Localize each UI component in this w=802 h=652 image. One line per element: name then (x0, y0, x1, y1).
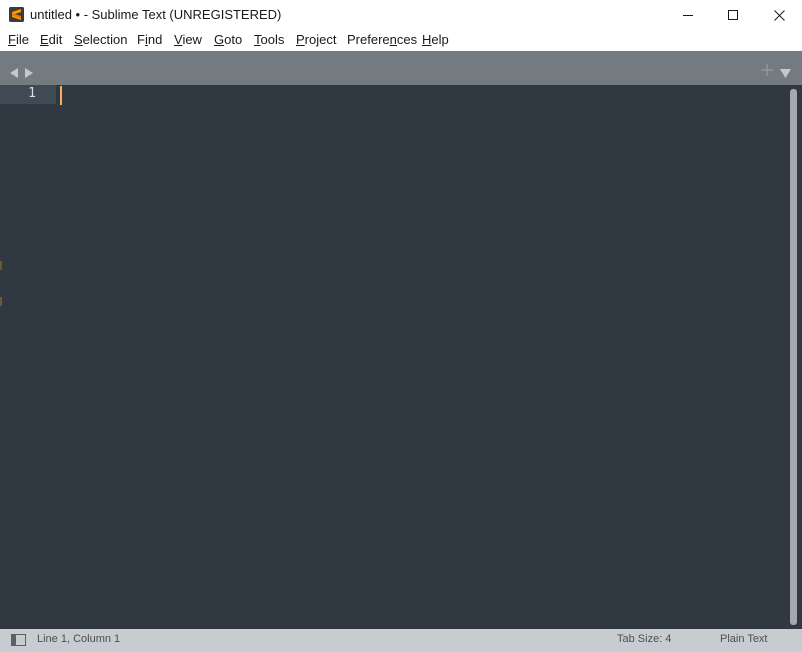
status-bar: Line 1, Column 1 Tab Size: 4 Plain Text (0, 629, 802, 652)
menu-bar: File Edit Selection Find View Goto Tools… (0, 30, 802, 50)
menu-tools[interactable]: Tools (254, 32, 284, 47)
sidebar-toggle-icon (11, 634, 26, 646)
vertical-scrollbar[interactable] (790, 89, 797, 625)
close-icon (773, 9, 785, 21)
tab-strip (0, 51, 802, 85)
menu-project[interactable]: Project (296, 32, 336, 47)
line-number: 1 (28, 86, 36, 101)
menu-goto[interactable]: Goto (214, 32, 242, 47)
maximize-button[interactable] (710, 0, 756, 30)
tab-nav-back-button[interactable] (10, 63, 19, 82)
gutter-active-line: 1 (0, 85, 56, 104)
window-title: untitled • - Sublime Text (UNREGISTERED) (30, 7, 282, 22)
close-button[interactable] (756, 0, 802, 30)
syntax-selector[interactable]: Plain Text (720, 633, 768, 645)
fold-marker (0, 297, 2, 306)
menu-help[interactable]: Help (422, 32, 449, 47)
tab-list-button[interactable] (780, 63, 791, 82)
chevron-right-icon (25, 68, 33, 78)
menu-edit[interactable]: Edit (40, 32, 62, 47)
chevron-left-icon (10, 68, 18, 78)
cursor-position: Line 1, Column 1 (37, 633, 121, 645)
menu-view[interactable]: View (174, 32, 202, 47)
menu-preferences[interactable]: Preferences (347, 32, 417, 47)
plus-icon (761, 64, 773, 76)
text-caret (60, 86, 62, 105)
fold-marker (0, 261, 2, 270)
menu-file[interactable]: File (8, 32, 29, 47)
maximize-icon (728, 10, 738, 20)
sublime-text-logo-icon (9, 7, 24, 22)
tab-size-selector[interactable]: Tab Size: 4 (617, 633, 671, 645)
title-bar: untitled • - Sublime Text (UNREGISTERED) (0, 0, 802, 30)
tab-nav-forward-button[interactable] (24, 63, 33, 82)
menu-find[interactable]: Find (137, 32, 162, 47)
panel-toggle-button[interactable] (11, 634, 26, 649)
minimize-button[interactable] (665, 0, 711, 30)
menu-selection[interactable]: Selection (74, 32, 127, 47)
triangle-down-icon (780, 69, 791, 78)
new-tab-button[interactable] (761, 61, 773, 80)
editor-area[interactable]: 1 (0, 85, 802, 629)
minimize-icon (683, 15, 693, 16)
